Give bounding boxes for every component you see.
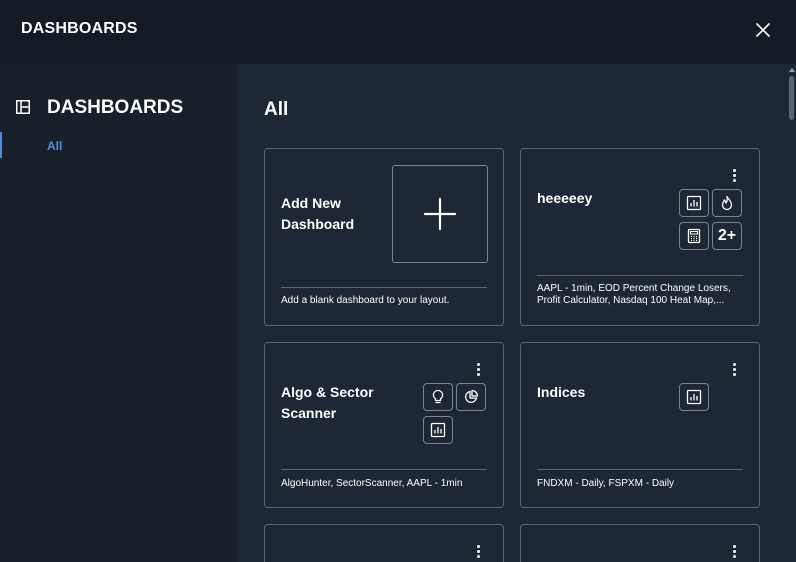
card-menu-button[interactable] [472,542,484,560]
sidebar-header: DASHBOARDS [16,97,183,119]
dashboard-card[interactable] [520,524,760,562]
close-icon [756,23,770,37]
add-dashboard-card[interactable]: Add New Dashboard Add a blank dashboard … [264,148,504,326]
card-menu-button[interactable] [728,166,740,184]
scroll-thumb[interactable] [789,76,794,120]
card-description: Add a blank dashboard to your layout. [281,295,450,306]
card-title: Algo & Sector Scanner [281,384,374,421]
dashboard-grid: All Add New Dashboard Add a blank dashbo… [238,64,796,562]
widget-badge [423,416,453,444]
dialog-header: DASHBOARDS [0,0,796,64]
active-indicator [0,132,2,158]
flame-icon [721,195,733,211]
dashboard-card[interactable]: heeeeey 2+ AAPL - 1min, EOD Percent Chan… [520,148,760,326]
card-divider [537,275,743,276]
widget-badge [456,383,486,411]
dashboard-card[interactable]: Algo & Sector Scanner AlgoHunter, Sector… [264,342,504,508]
calculator-icon [687,228,701,244]
add-dashboard-button[interactable] [392,165,488,263]
widget-badge [679,383,709,411]
page-title: All [264,99,289,120]
layout-icon [16,100,32,116]
plus-icon [423,197,457,231]
card-divider [281,469,487,470]
card-divider [537,469,743,470]
card-title: Add New Dashboard [281,195,355,232]
more-widgets-badge: 2+ [712,222,742,250]
chart-icon [430,422,446,438]
card-menu-button[interactable] [472,360,484,378]
close-button[interactable] [752,19,774,41]
sidebar-item-all[interactable]: All [0,132,238,158]
widget-badge [679,189,709,217]
sidebar-title: DASHBOARDS [47,97,184,118]
dashboards-dialog: DASHBOARDS DASHBOARDS All All Add New Da… [0,0,796,562]
dialog-title: DASHBOARDS [21,20,138,37]
card-description: AAPL - 1min, EOD Percent Change Losers, … [537,283,731,306]
card-title: heeeeey [537,190,593,206]
more-count: 2+ [717,227,737,244]
dashboard-card[interactable] [264,524,504,562]
pie-chart-icon [464,389,479,404]
card-menu-button[interactable] [728,542,740,560]
widget-badge [712,189,742,217]
card-divider [281,287,487,288]
chart-icon [686,195,702,211]
lightbulb-icon [432,389,444,404]
card-description: AlgoHunter, SectorScanner, AAPL - 1min [281,478,463,489]
card-menu-button[interactable] [728,360,740,378]
scroll-up-arrow-icon[interactable] [789,68,795,72]
dashboard-card[interactable]: Indices FNDXM - Daily, FSPXM - Daily [520,342,760,508]
card-description: FNDXM - Daily, FSPXM - Daily [537,478,675,489]
widget-badge [423,383,453,411]
widget-badge [679,222,709,250]
scrollbar[interactable] [786,64,796,562]
sidebar: DASHBOARDS All [0,64,238,562]
card-title: Indices [537,384,586,400]
sidebar-item-label: All [47,139,63,153]
chart-icon [686,389,702,405]
